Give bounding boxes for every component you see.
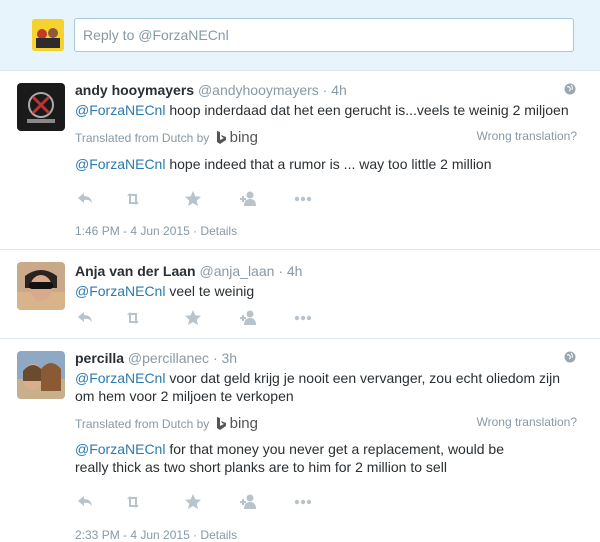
retweet-icon[interactable] (123, 492, 143, 512)
tweet-header: Anja van der Laan @anja_laan · 4h (75, 263, 302, 279)
more-icon[interactable] (293, 189, 313, 209)
reply-input[interactable]: Reply to @ForzaNECnl (74, 18, 574, 52)
author-name[interactable]: percilla (75, 350, 124, 366)
author-handle[interactable]: @percillanec (128, 350, 209, 366)
tweet-text: @ForzaNECnl veel te weinig (75, 282, 585, 300)
bing-icon (216, 131, 226, 144)
translation-bar: Translated from Dutch by bing Wrong tran… (75, 129, 577, 146)
mention-link[interactable]: @ForzaNECnl (75, 370, 165, 386)
follow-icon[interactable] (239, 492, 259, 512)
wrong-translation-link[interactable]: Wrong translation? (477, 415, 578, 429)
mention-link[interactable]: @ForzaNECnl (75, 156, 165, 172)
wrong-translation-link[interactable]: Wrong translation? (477, 129, 578, 143)
follow-icon[interactable] (239, 308, 259, 328)
favorite-icon[interactable] (183, 308, 203, 328)
tweet-time[interactable]: · 3h (213, 350, 237, 366)
translated-label: Translated from Dutch by (75, 131, 210, 145)
author-handle[interactable]: @anja_laan (199, 263, 274, 279)
more-icon[interactable] (293, 492, 313, 512)
bing-label: bing (229, 415, 258, 432)
tweet-text: @ForzaNECnl hoop inderdaad dat het een g… (75, 101, 585, 119)
tweet-time[interactable]: · 4h (323, 82, 347, 98)
tweet-anja: Anja van der Laan @anja_laan · 4h @Forza… (0, 250, 600, 339)
globe-icon (564, 83, 576, 95)
tweet-body: veel te weinig (165, 283, 255, 299)
tweet-text: @ForzaNECnl voor dat geld krijg je nooit… (75, 369, 575, 405)
user-avatar (32, 19, 64, 51)
reply-icon[interactable] (75, 189, 95, 209)
globe-icon (564, 351, 576, 363)
mention-link[interactable]: @ForzaNECnl (75, 102, 165, 118)
mention-link[interactable]: @ForzaNECnl (75, 283, 165, 299)
tweet-body: hoop inderdaad dat het een gerucht is...… (165, 102, 569, 118)
avatar[interactable] (17, 262, 65, 310)
translation-text: @ForzaNECnl for that money you never get… (75, 440, 535, 476)
author-name[interactable]: andy hooymayers (75, 82, 194, 98)
translated-label: Translated from Dutch by (75, 417, 210, 431)
tweet-timestamp[interactable]: 2:33 PM - 4 Jun 2015 · Details (75, 528, 237, 542)
tweet-percilla: percilla @percillanec · 3h @ForzaNECnl v… (0, 339, 600, 542)
translation-bar: Translated from Dutch by bing Wrong tran… (75, 415, 577, 432)
reply-icon[interactable] (75, 492, 95, 512)
bing-label: bing (229, 129, 258, 146)
reply-bar: Reply to @ForzaNECnl (0, 0, 600, 71)
retweet-icon[interactable] (123, 189, 143, 209)
avatar[interactable] (17, 83, 65, 131)
author-handle[interactable]: @andyhooymayers (198, 82, 319, 98)
tweet-time[interactable]: · 4h (278, 263, 302, 279)
more-icon[interactable] (293, 308, 313, 328)
reply-icon[interactable] (75, 308, 95, 328)
mention-link[interactable]: @ForzaNECnl (75, 441, 165, 457)
tweet-header: percilla @percillanec · 3h (75, 350, 237, 366)
tweet-header: andy hooymayers @andyhooymayers · 4h (75, 82, 347, 98)
tweet-andy: andy hooymayers @andyhooymayers · 4h @Fo… (0, 71, 600, 250)
translation-body: hope indeed that a rumor is ... way too … (165, 156, 492, 172)
author-name[interactable]: Anja van der Laan (75, 263, 196, 279)
tweet-timestamp[interactable]: 1:46 PM - 4 Jun 2015 · Details (75, 224, 237, 238)
avatar[interactable] (17, 351, 65, 399)
favorite-icon[interactable] (183, 492, 203, 512)
retweet-icon[interactable] (123, 308, 143, 328)
bing-icon (216, 417, 226, 430)
favorite-icon[interactable] (183, 189, 203, 209)
follow-icon[interactable] (239, 189, 259, 209)
translation-text: @ForzaNECnl hope indeed that a rumor is … (75, 155, 585, 173)
